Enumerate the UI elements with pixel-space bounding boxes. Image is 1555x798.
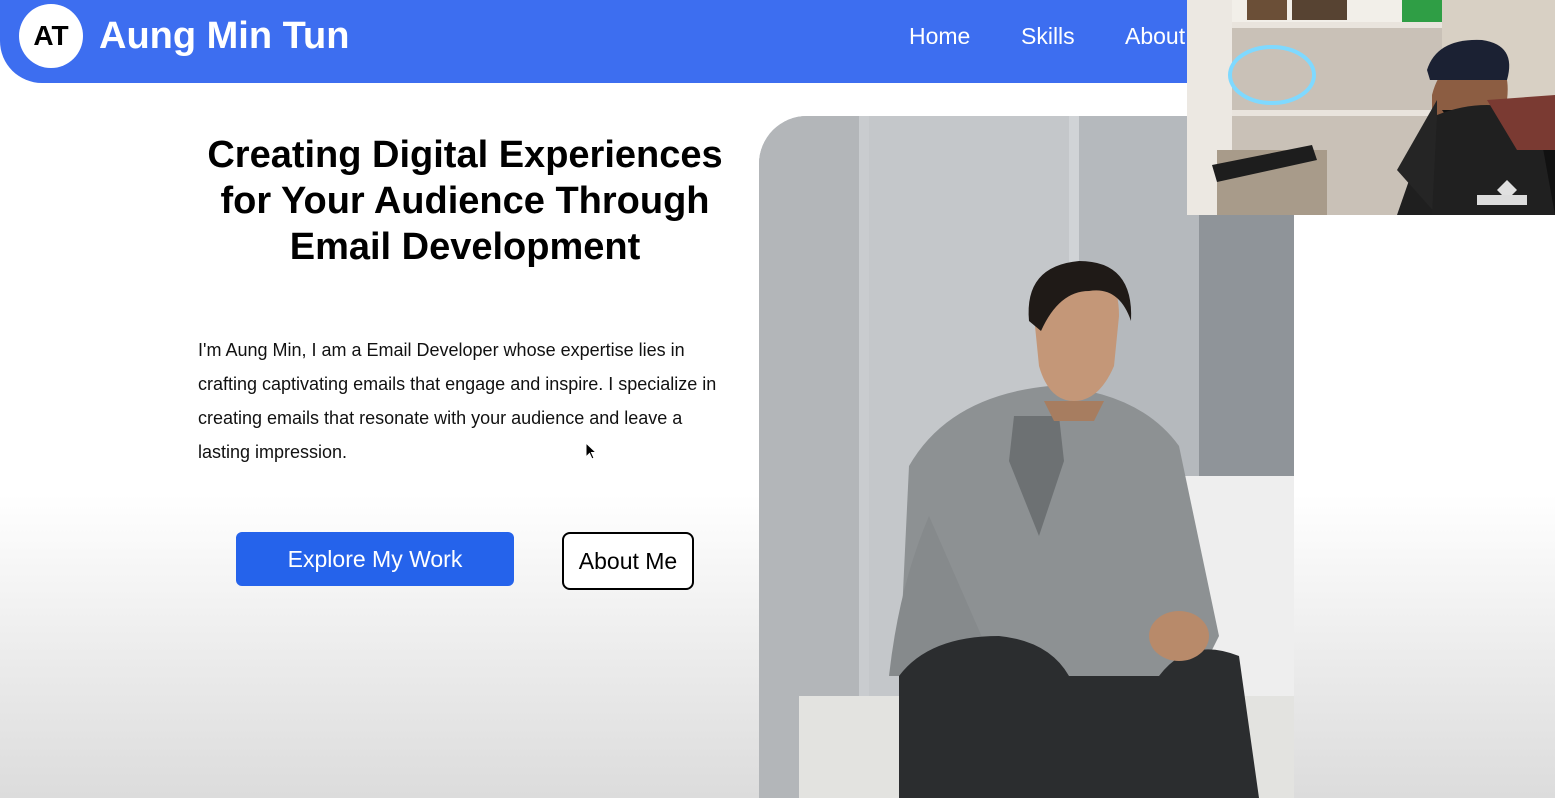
nav-about-link[interactable]: About xyxy=(1125,22,1185,50)
site-header: AT Aung Min Tun Home Skills About xyxy=(0,0,1187,83)
hero-description: I'm Aung Min, I am a Email Developer who… xyxy=(198,340,717,462)
webcam-overlay xyxy=(1187,0,1555,215)
nav-home-link[interactable]: Home xyxy=(909,22,970,50)
logo-badge[interactable]: AT xyxy=(19,4,83,68)
brand-name[interactable]: Aung Min Tun xyxy=(99,14,349,58)
logo-initials: AT xyxy=(33,20,69,51)
mouse-pointer-icon xyxy=(585,442,597,460)
about-me-button[interactable]: About Me xyxy=(562,532,694,590)
explore-my-work-button[interactable]: Explore My Work xyxy=(236,532,514,586)
nav-skills-link[interactable]: Skills xyxy=(1021,22,1075,50)
portrait-photo xyxy=(759,116,1294,798)
hero-title: Creating Digital Experiences for Your Au… xyxy=(207,134,723,268)
